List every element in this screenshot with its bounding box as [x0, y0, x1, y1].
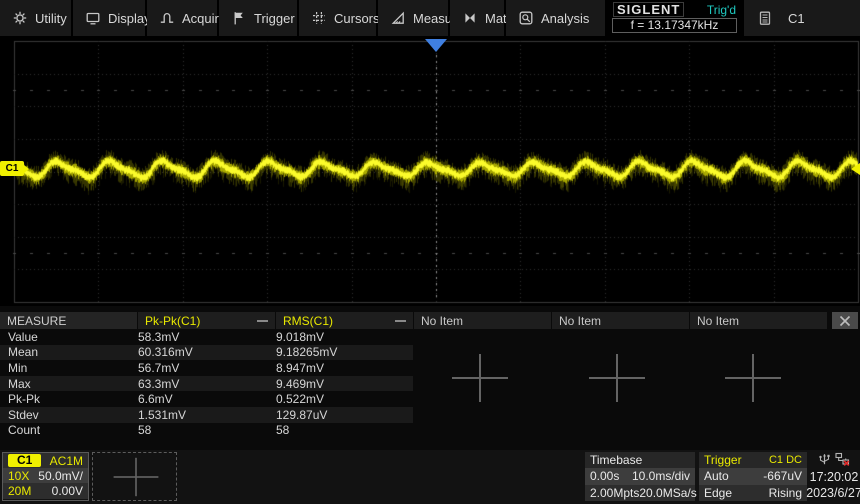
- display-icon: [86, 11, 100, 25]
- scope-canvas[interactable]: [0, 36, 860, 306]
- trigger-title: Trigger: [704, 453, 742, 467]
- collapse-icon[interactable]: [395, 320, 406, 322]
- brand-logo: SIGLENT: [613, 2, 684, 17]
- channel-list-icon: [758, 11, 772, 25]
- timebase-scale: 10.0ms/div: [632, 469, 690, 483]
- menu-label: Display: [108, 11, 151, 26]
- sample-rate: 20.0MSa/s: [639, 486, 696, 500]
- measure-row-count: Count5858: [0, 423, 860, 439]
- bottom-bar: C1 AC1M 10X 50.0mV/ 20M 0.00V Timebase 0…: [0, 450, 860, 504]
- vertical-scale: 50.0mV/: [38, 469, 83, 483]
- vertical-offset: 0.00V: [52, 484, 83, 498]
- analysis-icon: [519, 11, 533, 25]
- network-disconnected-icon: [835, 452, 850, 469]
- gear-icon: [13, 11, 27, 25]
- add-measurement-button[interactable]: [452, 354, 508, 402]
- trigger-source: C1 DC: [769, 454, 802, 466]
- channel-indicator: C1: [788, 11, 805, 26]
- waveform-display[interactable]: C1: [0, 36, 860, 306]
- system-status-box: 17:20:02 2023/6/27: [808, 452, 860, 501]
- menu-item-display[interactable]: Display: [73, 0, 147, 36]
- trigger-level-marker[interactable]: [851, 163, 860, 175]
- trigger-position-marker[interactable]: [425, 39, 447, 52]
- menu-label: Utility: [35, 11, 67, 26]
- measure-column-header-5[interactable]: No Item: [690, 312, 827, 329]
- measure-panel-title: MEASURE: [0, 312, 137, 329]
- plus-icon: [114, 458, 159, 496]
- measure-row-stdev: Stdev1.531mV129.87uV: [0, 407, 860, 423]
- add-measurement-button[interactable]: [725, 354, 781, 402]
- trigger-status-badge: Trig'd: [707, 3, 736, 17]
- close-icon[interactable]: [832, 312, 858, 329]
- trigger-slope: Rising: [769, 486, 802, 500]
- measure-column-header-2[interactable]: RMS(C1): [276, 312, 413, 329]
- oscilloscope-screen: Utility Display Acquire Trigger Cursors …: [0, 0, 860, 504]
- clock-date: 2023/6/27: [806, 485, 860, 501]
- bandwidth-limit: 20M: [8, 484, 31, 498]
- measure-icon: [391, 11, 405, 25]
- menu-item-measure[interactable]: Measure: [378, 0, 450, 36]
- menu-item-cursors[interactable]: Cursors: [299, 0, 378, 36]
- timebase-box[interactable]: Timebase 0.00s 10.0ms/div 2.00Mpts 20.0M…: [585, 452, 695, 501]
- add-channel-button[interactable]: [92, 452, 177, 501]
- usb-icon: [818, 452, 831, 469]
- menu-item-acquire[interactable]: Acquire: [147, 0, 219, 36]
- menu-label: Analysis: [541, 11, 589, 26]
- channel1-offset-marker[interactable]: C1: [0, 161, 24, 176]
- trigger-level: -667uV: [763, 469, 802, 483]
- memory-depth: 2.00Mpts: [590, 486, 639, 500]
- flag-icon: [232, 11, 246, 25]
- menu-item-analysis[interactable]: Analysis: [506, 0, 607, 36]
- menubar: Utility Display Acquire Trigger Cursors …: [0, 0, 860, 36]
- frequency-readout: f = 13.17347kHz: [612, 18, 737, 33]
- measure-column-header-3[interactable]: No Item: [414, 312, 551, 329]
- channel1-descriptor-box[interactable]: C1 AC1M 10X 50.0mV/ 20M 0.00V: [2, 452, 89, 501]
- menu-item-math[interactable]: Math: [450, 0, 506, 36]
- add-measurement-button[interactable]: [589, 354, 645, 402]
- cursors-icon: [312, 11, 326, 25]
- trigger-box[interactable]: Trigger C1 DC Auto -667uV Edge Rising: [699, 452, 807, 501]
- trigger-delay: 0.00s: [590, 469, 619, 483]
- menu-label: Cursors: [334, 11, 380, 26]
- measure-row-value: Value58.3mV9.018mV: [0, 329, 860, 345]
- collapse-icon[interactable]: [257, 320, 268, 322]
- timebase-title: Timebase: [590, 453, 642, 467]
- acquire-icon: [160, 11, 174, 25]
- brand-block: SIGLENT Trig'd f = 13.17347kHz: [607, 0, 744, 36]
- clock-time: 17:20:02: [810, 469, 859, 485]
- probe-attenuation: 10X: [8, 469, 29, 483]
- math-icon: [463, 11, 477, 25]
- menu-label: Trigger: [254, 11, 295, 26]
- channel-name-chip: C1: [8, 454, 41, 467]
- measure-column-header-1[interactable]: Pk-Pk(C1): [138, 312, 275, 329]
- channel-coupling: AC1M: [50, 454, 83, 468]
- menu-item-utility[interactable]: Utility: [0, 0, 73, 36]
- channel-menu-button[interactable]: C1: [744, 0, 860, 36]
- measure-panel: MEASURE Pk-Pk(C1) RMS(C1) No Item No Ite…: [0, 306, 860, 450]
- menu-item-trigger[interactable]: Trigger: [219, 0, 299, 36]
- trigger-type: Edge: [704, 486, 732, 500]
- measure-column-header-4[interactable]: No Item: [552, 312, 689, 329]
- trigger-mode: Auto: [704, 469, 729, 483]
